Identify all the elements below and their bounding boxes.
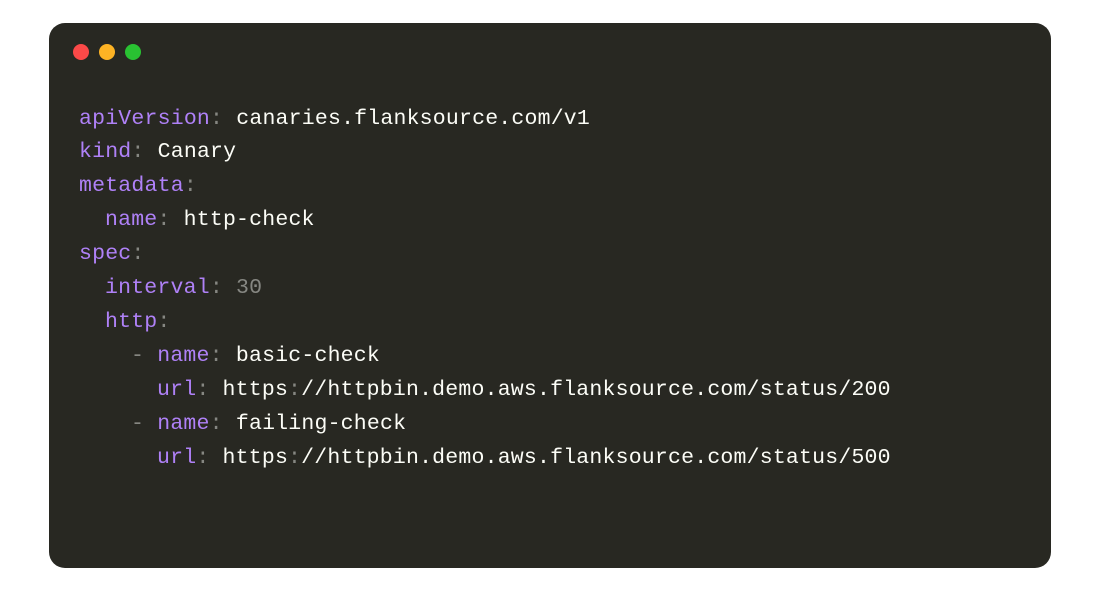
code-line: metadata: [79,170,1021,204]
code-line: http: [79,306,1021,340]
minimize-icon[interactable] [99,44,115,60]
yaml-key: name [157,412,209,436]
code-line: url: https://httpbin.demo.aws.flanksourc… [79,442,1021,476]
code-line: apiVersion: canaries.flanksource.com/v1 [79,103,1021,137]
yaml-colon: : [288,446,301,470]
yaml-value: failing-check [236,412,406,436]
code-content: apiVersion: canaries.flanksource.com/v1 … [49,81,1051,568]
yaml-key: url [157,378,196,402]
yaml-key: name [105,208,157,232]
yaml-key: apiVersion [79,107,210,131]
yaml-colon: : [184,174,197,198]
yaml-key: kind [79,140,131,164]
yaml-colon: : [196,378,209,402]
code-line: - name: basic-check [79,340,1021,374]
yaml-colon: : [157,310,170,334]
yaml-colon: : [196,446,209,470]
yaml-dash: - [131,412,144,436]
yaml-key: spec [79,242,131,266]
yaml-key: url [157,446,196,470]
yaml-colon: : [157,208,170,232]
yaml-value: canaries.flanksource.com/v1 [236,107,590,131]
yaml-key: name [157,344,209,368]
yaml-value: Canary [158,140,237,164]
yaml-value: //httpbin.demo.aws.flanksource.com/statu… [301,378,891,402]
yaml-colon: : [210,107,223,131]
code-line: kind: Canary [79,136,1021,170]
yaml-key: metadata [79,174,184,198]
terminal-window: apiVersion: canaries.flanksource.com/v1 … [49,23,1051,568]
yaml-colon: : [210,412,223,436]
code-line: - name: failing-check [79,408,1021,442]
yaml-value: 30 [236,276,262,300]
yaml-colon: : [131,242,144,266]
yaml-value: http-check [184,208,315,232]
yaml-value: https [223,446,289,470]
window-titlebar [49,23,1051,81]
yaml-value: basic-check [236,344,380,368]
maximize-icon[interactable] [125,44,141,60]
yaml-colon: : [210,276,223,300]
yaml-key: interval [105,276,210,300]
yaml-colon: : [210,344,223,368]
yaml-value: //httpbin.demo.aws.flanksource.com/statu… [301,446,891,470]
close-icon[interactable] [73,44,89,60]
code-line: spec: [79,238,1021,272]
yaml-colon: : [288,378,301,402]
code-line: interval: 30 [79,272,1021,306]
code-line: url: https://httpbin.demo.aws.flanksourc… [79,374,1021,408]
yaml-colon: : [131,140,144,164]
yaml-value: https [223,378,289,402]
yaml-key: http [105,310,157,334]
code-line: name: http-check [79,204,1021,238]
yaml-dash: - [131,344,144,368]
